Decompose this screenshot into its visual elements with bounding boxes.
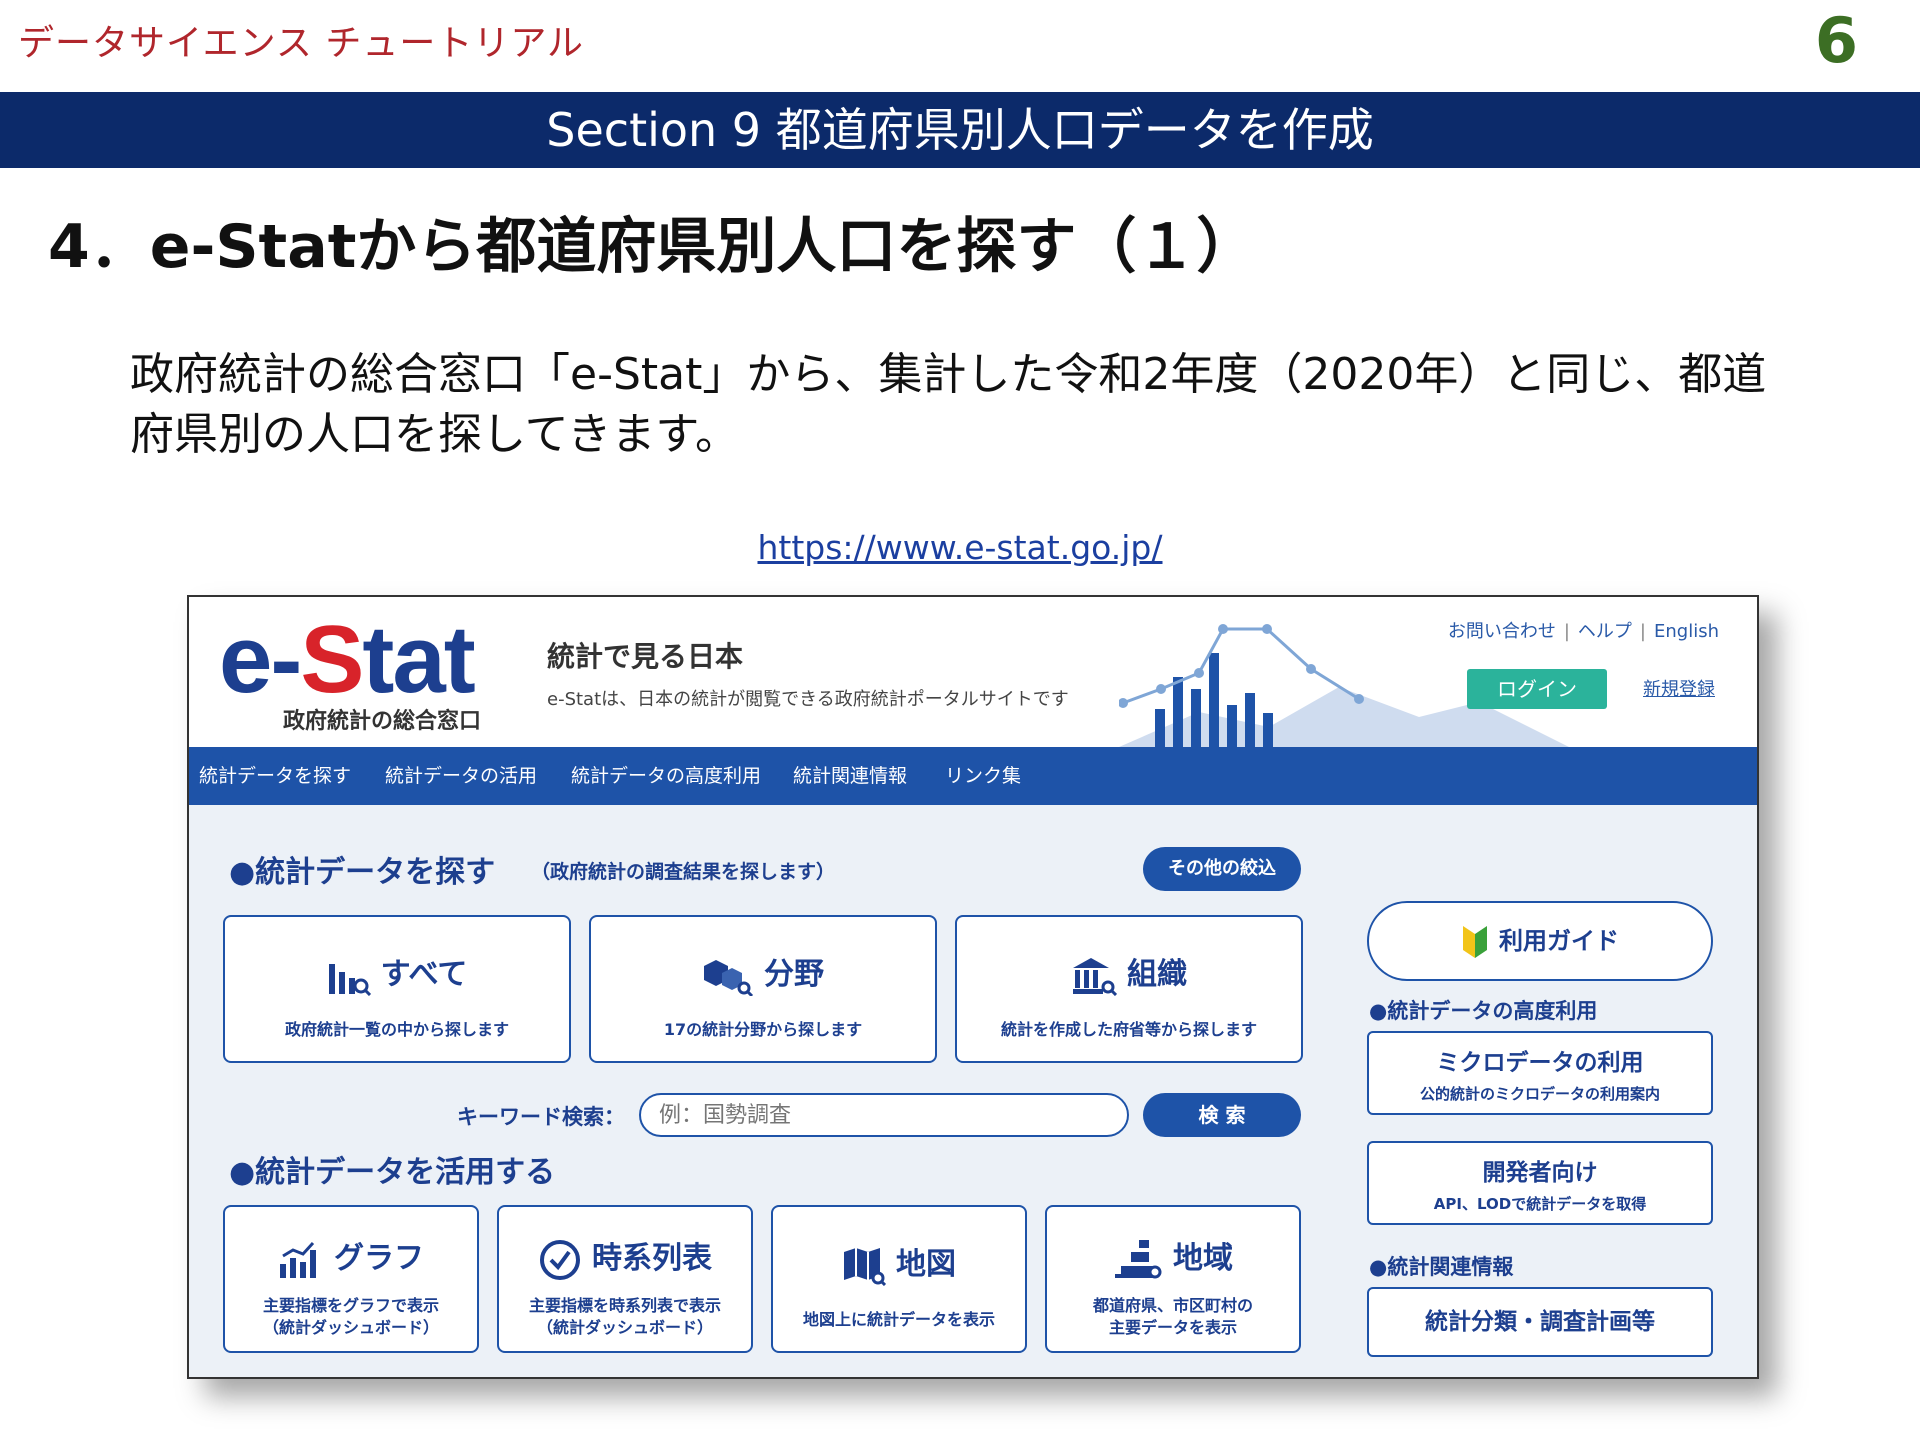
microdata-title: ミクロデータの利用 [1436,1050,1644,1076]
register-link[interactable]: 新規登録 [1643,675,1715,701]
slide-body-text: 政府統計の総合窓口「e-Stat」から、集計した令和2年度（2020年）と同じ、… [130,349,1767,460]
nav-item-search-data[interactable]: 統計データを探す [199,747,351,805]
section-bar: Section 9 都道府県別人口データを作成 [0,92,1920,168]
developers-button[interactable]: 開発者向け API、LODで統計データを取得 [1367,1141,1713,1225]
user-guide-button[interactable]: 利用ガイド [1367,901,1713,981]
slide-heading: 4．e-Statから都道府県別人口を探す（１） [48,212,1257,282]
main-content: ●統計データを探す （政府統計の調査結果を探します） その他の絞込 すべて 政府… [189,805,1757,1377]
estat-url-link[interactable]: https://www.e-stat.go.jp/ [0,528,1920,567]
english-link[interactable]: English [1654,621,1719,642]
map-icon [844,1247,886,1286]
more-filters-button[interactable]: その他の絞込 [1143,847,1301,891]
tagline-title: 統計で見る日本 [547,640,744,673]
classification-label: 統計分類・調査計画等 [1425,1309,1655,1335]
use-card-graph[interactable]: グラフ 主要指標をグラフで表示 （統計ダッシュボード） [223,1205,479,1353]
use-section-title: ●統計データを活用する [229,1155,556,1190]
developers-desc: API、LODで統計データを取得 [1433,1195,1647,1213]
search-card-all[interactable]: すべて 政府統計一覧の中から探します [223,915,571,1063]
use-card-map[interactable]: 地図 地図上に統計データを表示 [771,1205,1027,1353]
contact-link[interactable]: お問い合わせ [1448,621,1556,642]
brand-title: データサイエンス チュートリアル [18,23,585,64]
main-nav: 統計データを探す 統計データの活用 統計データの高度利用 統計関連情報 リンク集 [189,747,1757,805]
login-button[interactable]: ログイン [1467,669,1607,709]
use-card-region-desc1: 都道府県、市区町村の [1092,1296,1253,1315]
bar-chart-search-icon [328,963,371,996]
estat-header: e-Stat 政府統計の総合窓口 統計で見る日本 e-Statは、日本の統計が閲… [189,597,1757,747]
nav-item-use-data[interactable]: 統計データの活用 [385,747,537,805]
page-number: 6 [1814,4,1858,77]
related-info-heading: ●統計関連情報 [1369,1255,1514,1279]
clock-icon [540,1239,580,1280]
microdata-desc: 公的統計のミクロデータの利用案内 [1419,1085,1660,1103]
search-card-organization[interactable]: 組織 統計を作成した府省等から探します [955,915,1303,1063]
search-card-all-desc: 政府統計一覧の中から探します [284,1020,509,1039]
search-section-title: ●統計データを探す [229,855,496,890]
nav-item-related-info[interactable]: 統計関連情報 [793,747,907,805]
estat-logo[interactable]: e-Stat [219,605,476,715]
beginner-mark-icon [1463,926,1487,958]
boxes-search-icon [704,959,754,996]
use-card-region[interactable]: 地域 都道府県、市区町村の 主要データを表示 [1045,1205,1301,1353]
estat-screenshot: e-Stat 政府統計の総合窓口 統計で見る日本 e-Statは、日本の統計が閲… [187,595,1759,1379]
use-card-region-desc2: 主要データを表示 [1108,1318,1237,1337]
tagline-description: e-Statは、日本の統計が閲覧できる政府統計ポータルサイトです [547,689,1069,710]
advanced-use-heading: ●統計データの高度利用 [1369,999,1598,1023]
search-card-field[interactable]: 分野 17の統計分野から探します [589,915,937,1063]
top-links: お問い合わせ | ヘルプ | English [1447,621,1719,642]
keyword-search-input[interactable] [639,1093,1129,1137]
estat-logo-subtitle: 政府統計の総合窓口 [283,709,482,734]
use-card-map-desc1: 地図上に統計データを表示 [802,1310,995,1329]
microdata-button[interactable]: ミクロデータの利用 公的統計のミクロデータの利用案内 [1367,1031,1713,1115]
nav-item-advanced-use[interactable]: 統計データの高度利用 [571,747,761,805]
use-card-timeseries-desc1: 主要指標を時系列表で表示 [528,1296,721,1315]
developers-title: 開発者向け [1482,1160,1598,1186]
search-card-field-desc: 17の統計分野から探します [663,1020,863,1039]
use-card-timeseries-desc2: （統計ダッシュボード） [536,1318,713,1337]
use-card-graph-desc2: （統計ダッシュボード） [262,1318,439,1337]
keyword-search-label: キーワード検索： [457,1105,625,1129]
use-card-timeseries[interactable]: 時系列表 主要指標を時系列表で表示 （統計ダッシュボード） [497,1205,753,1353]
search-section-note: （政府統計の調査結果を探します） [531,861,836,883]
building-search-icon [1073,957,1117,996]
region-icon [1115,1239,1162,1278]
help-link[interactable]: ヘルプ [1578,621,1632,642]
search-button[interactable]: 検 索 [1143,1093,1301,1137]
graph-icon [280,1241,316,1278]
classification-button[interactable]: 統計分類・調査計画等 [1367,1287,1713,1357]
nav-item-links[interactable]: リンク集 [945,747,1021,805]
use-card-graph-desc1: 主要指標をグラフで表示 [262,1296,439,1315]
search-card-organization-desc: 統計を作成した府省等から探します [1000,1020,1257,1039]
